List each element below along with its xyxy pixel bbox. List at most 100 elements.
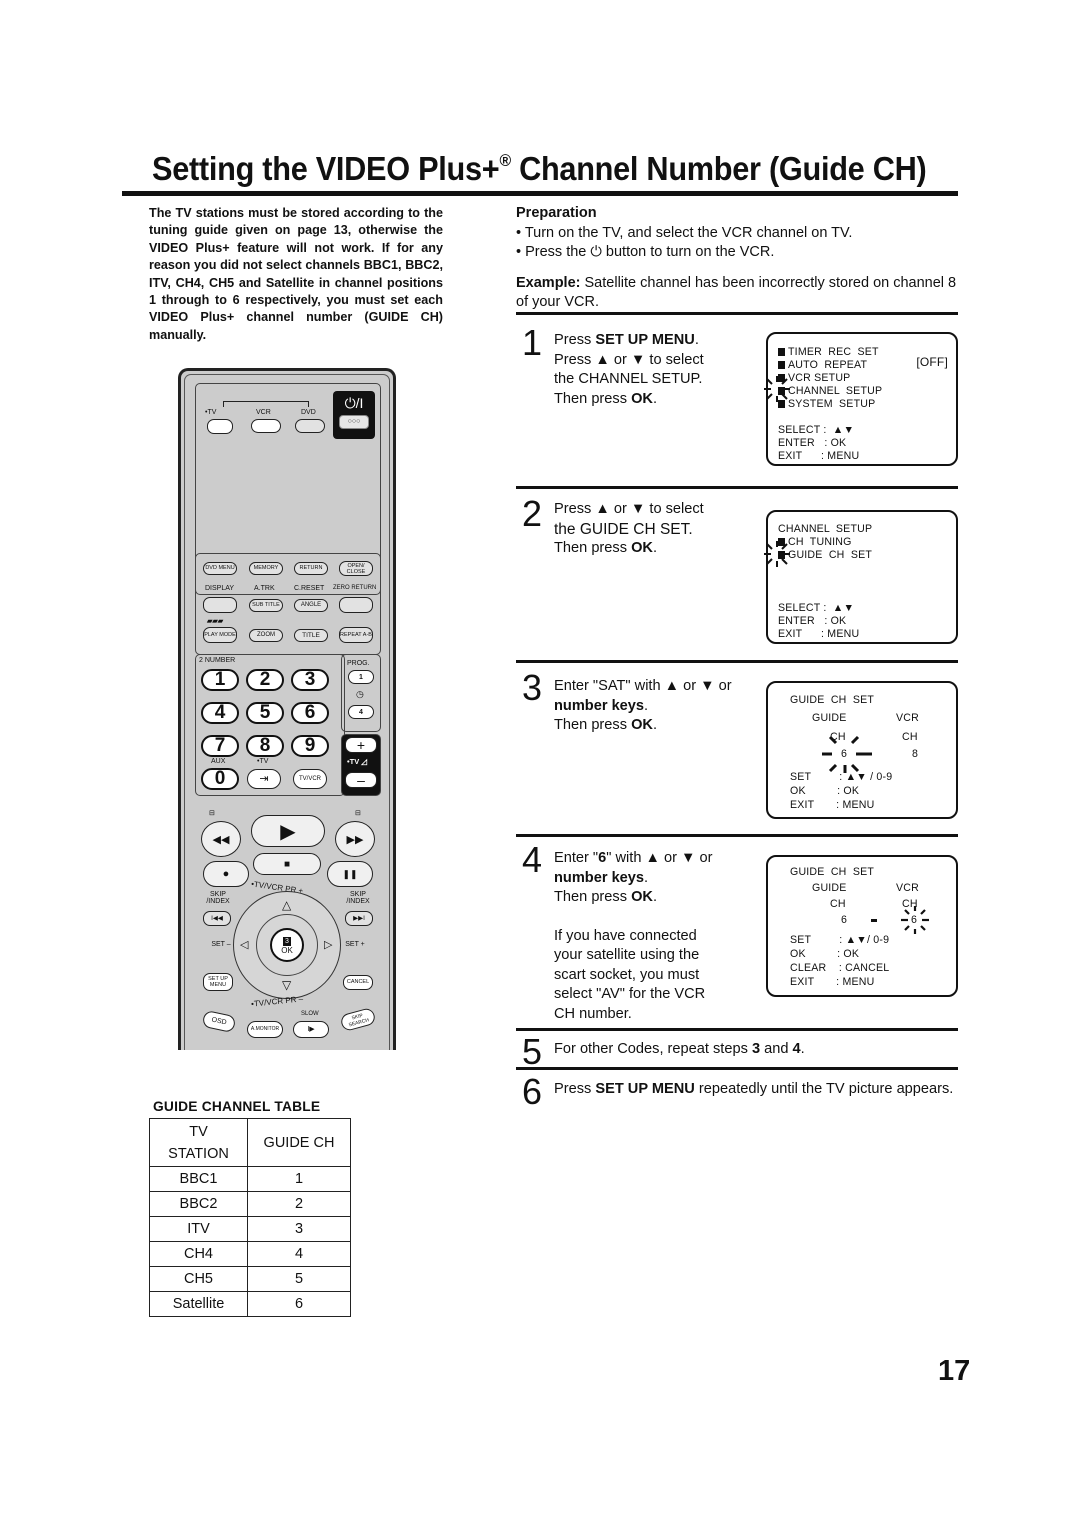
- play-mode-button[interactable]: PLAY MODE: [203, 627, 237, 643]
- header-tv-station: TV STATION: [149, 1118, 248, 1167]
- zero-return-label: ZERO RETURN: [333, 585, 377, 591]
- guide-ch-cell: 2: [247, 1191, 351, 1217]
- timer-icon: ◷: [356, 689, 364, 699]
- digit-2-button[interactable]: 2: [246, 669, 284, 691]
- fast-forward-button[interactable]: ▶▶: [335, 821, 375, 857]
- step-3-number: 3: [522, 667, 543, 708]
- table-row: ITV 3: [149, 1216, 351, 1242]
- power-button[interactable]: ⏻/I ○○○: [333, 391, 375, 439]
- volume-up-button[interactable]: +: [345, 737, 377, 753]
- osd-col-guide: GUIDE: [812, 882, 847, 894]
- table-row: BBC1 1: [149, 1166, 351, 1192]
- tv-input-label: •TV: [257, 758, 269, 765]
- header-guide-ch: GUIDE CH: [247, 1118, 351, 1167]
- guide-ch-cell: 6: [247, 1291, 351, 1317]
- nav-down-button[interactable]: ▽: [282, 978, 291, 992]
- digit-7-button[interactable]: 7: [201, 735, 239, 757]
- osd-screen-step-3: GUIDE CH SET GUIDE VCR CH CH 6 8 SET : ▲…: [766, 681, 958, 819]
- play-button[interactable]: ▶: [251, 815, 325, 847]
- digit-1-button[interactable]: 1: [201, 669, 239, 691]
- creset-label: C.RESET: [294, 585, 325, 592]
- stop-button[interactable]: ■: [253, 853, 321, 875]
- osd-select-hint: SELECT : ▲▼: [778, 602, 855, 614]
- step-4-text: Enter "6" with ▲ or ▼ or number keys. Th…: [554, 849, 713, 1024]
- example-label: Example:: [516, 275, 581, 291]
- input-select-button[interactable]: ⇥: [247, 769, 281, 789]
- amonitor-button[interactable]: A.MONITOR: [247, 1021, 283, 1038]
- mode-switch-tv[interactable]: [207, 419, 233, 434]
- step-3-text: Enter "SAT" with ▲ or ▼ or number keys. …: [554, 677, 732, 736]
- subtitle-button[interactable]: SUB TITLE: [249, 599, 283, 612]
- repeat-ab-button[interactable]: REPEAT A-B: [339, 627, 373, 643]
- osd-menu-item: TIMER REC SET: [778, 346, 879, 359]
- title-rest: Channel Number (Guide CH): [510, 150, 927, 187]
- osd-title: GUIDE CH SET: [790, 694, 875, 706]
- osd-set-hint: SET : ▲▼ / 0-9: [790, 771, 893, 783]
- prog-button-4[interactable]: 4: [348, 705, 374, 719]
- skip-prev-button[interactable]: I◀◀: [203, 911, 231, 926]
- title-button[interactable]: TITLE: [294, 629, 328, 642]
- return-button[interactable]: RETURN: [294, 562, 328, 575]
- table-row: BBC2 2: [149, 1191, 351, 1217]
- power-icon: ⏻: [590, 244, 602, 260]
- pause-button[interactable]: ❚❚: [327, 861, 373, 887]
- tv-vcr-button[interactable]: TV/VCR: [293, 769, 327, 789]
- table-row: CH4 4: [149, 1241, 351, 1267]
- osd-menu-item: AUTO REPEAT: [778, 359, 867, 372]
- mode-dvd-button[interactable]: [295, 419, 325, 433]
- step-line: Press ▲ or ▼ to select: [554, 351, 704, 368]
- prog-label: PROG.: [347, 660, 370, 667]
- nav-right-button[interactable]: ▷: [324, 938, 332, 951]
- digit-5-button[interactable]: 5: [246, 702, 284, 724]
- step-4-note: If you have connected your satellite usi…: [554, 927, 713, 1025]
- angle-button[interactable]: ANGLE: [294, 599, 328, 612]
- ff-mark-icon: ⊟: [355, 810, 361, 817]
- osd-dash: [871, 919, 877, 922]
- nav-left-button[interactable]: ◁: [240, 938, 248, 951]
- divider: [516, 1028, 958, 1031]
- header-station-line2: STATION: [168, 1145, 229, 1162]
- remote-control-illustration: •TV VCR DVD ⏻/I ○○○ DVD MENU MEMORY RETU…: [178, 368, 396, 1050]
- digit-0-button[interactable]: 0: [201, 768, 239, 790]
- mode-vcr-button[interactable]: [251, 419, 281, 433]
- digit-8-button[interactable]: 8: [246, 735, 284, 757]
- step-line: Then press OK.: [554, 889, 658, 905]
- page-title: Setting the VIDEO Plus+® Channel Number …: [152, 150, 927, 188]
- step-line: Press ▲ or ▼ to select: [554, 501, 704, 517]
- cancel-button[interactable]: CANCEL: [343, 975, 373, 990]
- note-line: your satellite using the: [554, 947, 700, 963]
- digit-9-button[interactable]: 9: [291, 735, 329, 757]
- digit-3-button[interactable]: 3: [291, 669, 329, 691]
- skip-next-button[interactable]: ▶▶I: [345, 911, 373, 926]
- digit-6-button[interactable]: 6: [291, 702, 329, 724]
- display-button[interactable]: [203, 597, 237, 613]
- osd-title: GUIDE CH SET: [790, 866, 875, 878]
- step-line: Then press OK.: [554, 717, 658, 733]
- guide-channel-table: TV STATION GUIDE CH BBC1 1 BBC2 2 ITV 3 CH4 4…: [149, 1118, 351, 1317]
- example-text: Satellite channel has been incorrectly s…: [516, 275, 957, 310]
- digit-4-button[interactable]: 4: [201, 702, 239, 724]
- divider: [516, 486, 958, 489]
- divider: [516, 660, 958, 663]
- memory-button[interactable]: MEMORY: [249, 562, 283, 575]
- ok-button[interactable]: 3 OK: [270, 928, 304, 962]
- step-5-text: For other Codes, repeat steps 3 and 4.: [554, 1041, 805, 1057]
- zero-return-button[interactable]: [339, 597, 373, 613]
- setup-menu-button[interactable]: SET UP MENU: [203, 973, 233, 991]
- zoom-button[interactable]: ZOOM: [249, 629, 283, 642]
- prog-button-1[interactable]: 1: [348, 670, 374, 684]
- slow-button[interactable]: I▶: [293, 1021, 329, 1038]
- volume-down-button[interactable]: –: [345, 772, 377, 788]
- osd-col-vcr-ch: CH: [902, 731, 918, 743]
- power-sub-indicator: ○○○: [339, 415, 369, 429]
- open-close-button[interactable]: OPEN/ CLOSE: [339, 561, 373, 576]
- dvd-menu-button[interactable]: DVD MENU: [203, 562, 237, 575]
- osd-screen-step-1: TIMER REC SET AUTO REPEAT [OFF] VCR SETU…: [764, 332, 958, 466]
- step-5-number: 5: [522, 1031, 543, 1072]
- osd-exit-hint: EXIT : MENU: [790, 799, 875, 811]
- nav-up-button[interactable]: △: [282, 898, 291, 912]
- step-line: Enter "6" with ▲ or ▼ or: [554, 850, 713, 866]
- record-button[interactable]: ●: [203, 861, 249, 887]
- rewind-button[interactable]: ◀◀: [201, 821, 241, 857]
- osd-title: CHANNEL SETUP: [778, 523, 873, 535]
